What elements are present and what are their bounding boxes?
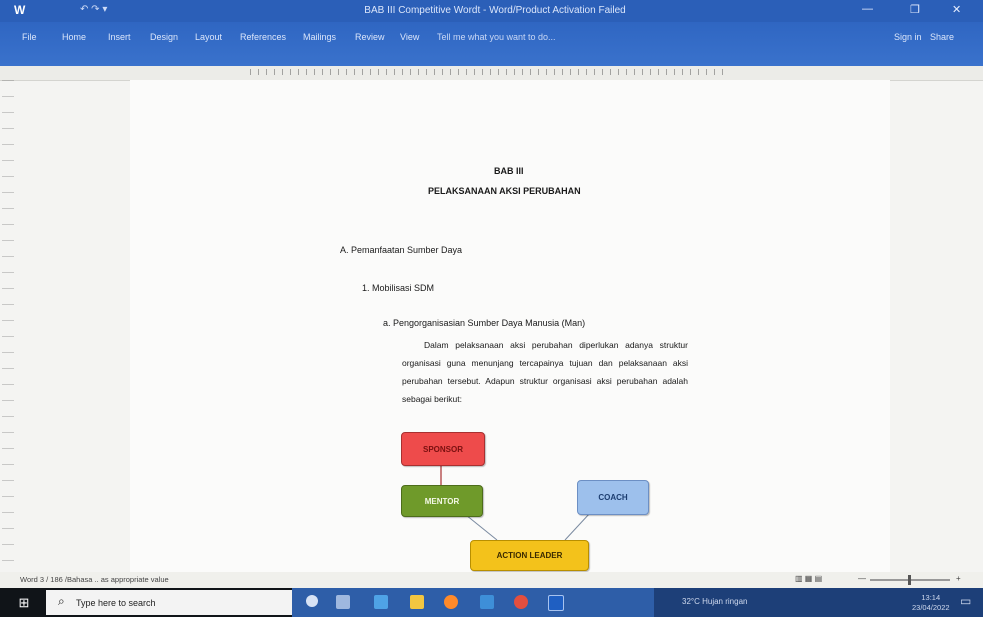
tell-me-search[interactable]: Tell me what you want to do... — [437, 32, 556, 42]
notification-icon[interactable]: ▭ — [960, 594, 971, 608]
word-app-icon[interactable] — [548, 595, 564, 611]
minimize-button[interactable]: — — [862, 3, 873, 15]
document-page[interactable] — [130, 80, 890, 580]
sponsor-box[interactable]: SPONSOR — [401, 432, 485, 466]
clock[interactable]: 13:14 23/04/2022 — [912, 593, 950, 613]
zoom-in-button[interactable]: + — [956, 574, 961, 583]
sign-in-link[interactable]: Sign in — [894, 32, 922, 42]
mentor-box[interactable]: MENTOR — [401, 485, 483, 517]
share-button[interactable]: Share — [930, 32, 954, 42]
tab-layout[interactable]: Layout — [195, 32, 222, 42]
section-1-heading: 1. Mobilisasi SDM — [362, 283, 435, 293]
document-title: BAB III Competitive Wordt - Word/Product… — [364, 5, 626, 16]
chrome-icon[interactable] — [514, 595, 528, 609]
cortana-icon[interactable] — [306, 595, 318, 607]
action-leader-box[interactable]: ACTION LEADER — [470, 540, 589, 571]
tab-review[interactable]: Review — [355, 32, 385, 42]
chapter-heading: BAB III — [494, 166, 524, 176]
word-logo-icon: W — [14, 3, 26, 17]
vertical-ruler[interactable] — [2, 80, 14, 580]
subsection-a-heading: a. Pengorganisasian Sumber Daya Manusia … — [383, 318, 586, 328]
tab-references[interactable]: References — [240, 32, 286, 42]
maximize-button[interactable]: ❐ — [910, 3, 920, 16]
task-view-icon[interactable] — [336, 595, 350, 609]
search-placeholder: Type here to search — [76, 598, 156, 608]
file-explorer-icon[interactable] — [410, 595, 424, 609]
status-info[interactable]: Word 3 / 186 /Bahasa .. as appropriate v… — [20, 575, 169, 584]
title-bar: W ↶ ↷ ▾ BAB III Competitive Wordt - Word… — [0, 0, 983, 22]
clock-date: 23/04/2022 — [912, 603, 950, 612]
coach-box[interactable]: COACH — [577, 480, 649, 515]
zoom-out-button[interactable]: — — [858, 574, 866, 583]
store-icon[interactable] — [480, 595, 494, 609]
view-mode-buttons[interactable]: ▥ ▦ ▤ — [795, 574, 822, 583]
chapter-title: PELAKSANAAN AKSI PERUBAHAN — [428, 186, 581, 196]
status-bar: Word 3 / 186 /Bahasa .. as appropriate v… — [0, 572, 983, 588]
firefox-icon[interactable] — [444, 595, 458, 609]
close-button[interactable]: ✕ — [952, 3, 961, 16]
system-tray: 32°C Hujan ringan 13:14 23/04/2022 ▭ — [654, 588, 983, 617]
weather-widget[interactable]: 32°C Hujan ringan — [682, 597, 747, 606]
tab-view[interactable]: View — [400, 32, 419, 42]
search-icon: ⌕ — [58, 594, 65, 608]
horizontal-ruler[interactable] — [0, 66, 983, 81]
tab-file[interactable]: File — [22, 32, 37, 42]
taskbar-apps — [292, 588, 654, 617]
clock-time: 13:14 — [921, 593, 941, 602]
tab-mailings[interactable]: Mailings — [303, 32, 336, 42]
taskbar: ⊞ ⌕ Type here to search 32°C Hujan ringa… — [0, 588, 983, 617]
section-a-heading: A. Pemanfaatan Sumber Daya — [340, 245, 463, 255]
edge-icon[interactable] — [374, 595, 388, 609]
body-paragraph: Dalam pelaksanaan aksi perubahan diperlu… — [402, 340, 688, 404]
quick-access-toolbar[interactable]: ↶ ↷ ▾ — [80, 4, 107, 15]
tab-home[interactable]: Home — [62, 32, 86, 42]
zoom-slider-handle[interactable] — [908, 575, 911, 585]
ribbon: File Home Insert Design Layout Reference… — [0, 22, 983, 66]
taskbar-search[interactable]: ⌕ Type here to search — [46, 590, 292, 615]
ruler-ticks — [250, 69, 730, 75]
tab-design[interactable]: Design — [150, 32, 178, 42]
tab-insert[interactable]: Insert — [108, 32, 131, 42]
windows-icon[interactable]: ⊞ — [14, 595, 34, 611]
